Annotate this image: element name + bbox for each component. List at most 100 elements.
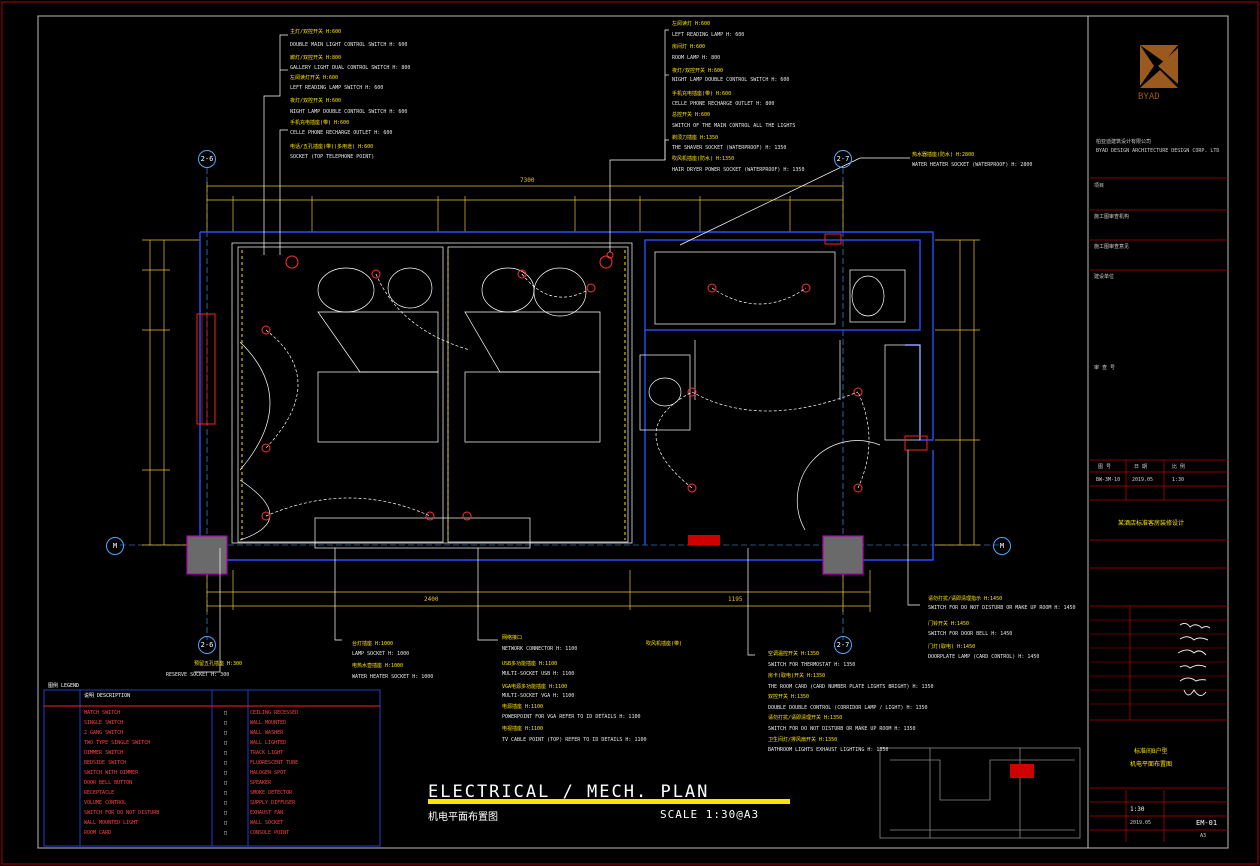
- legend-item: HALOGEN SPOT: [250, 770, 287, 776]
- callout-cn: 左阅读灯 H:600: [672, 21, 711, 27]
- legend-symbol-icon: □: [224, 800, 228, 806]
- callout-cn: 台灯插座 H:1000: [352, 641, 394, 647]
- legend-head-symbol: 图例 LEGEND: [48, 683, 80, 689]
- callout-cn: 手机充电插座(带) H:600: [672, 91, 732, 97]
- callout-en: SWITCH FOR THERMOSTAT H: 1350: [768, 662, 856, 668]
- callout-cn: VGA电源多功能插座 H:1100: [502, 684, 568, 690]
- tb-row-owner: 建设单位: [1094, 274, 1115, 280]
- legend-item: DOOR BELL BUTTON: [84, 780, 133, 786]
- legend-item: CEILING RECESSED: [250, 710, 299, 716]
- callout-en: ROOM LAMP H: 800: [672, 55, 721, 61]
- legend-item: SWITCH FOR DO NOT DISTURB: [84, 810, 160, 816]
- callout-cn: 夜灯/双控开关 H:600: [290, 98, 342, 104]
- callout-cn: 电热水壶插座 H:1000: [352, 663, 404, 669]
- callout-en: SOCKET (TOP TELEPHONE POINT): [290, 154, 375, 160]
- legend-symbol-icon: □: [224, 810, 228, 816]
- tb-date-header-0: 图 号: [1098, 464, 1112, 470]
- tb-date-header-1: 日 期: [1134, 464, 1148, 470]
- legend-item: SPEAKER: [250, 780, 272, 786]
- callout-cn: 总控开关 H:600: [672, 112, 711, 118]
- callout-cn: 请勿打扰/请即清理指示 H:1450: [928, 596, 1003, 602]
- legend-symbol-icon: □: [224, 820, 228, 826]
- tb-row-review-agency: 施工图审查机构: [1094, 214, 1130, 220]
- callout-en: NETWORK CONNECTOR H: 1100: [502, 646, 578, 652]
- callout-cn: 剃须刀插座 H:1350: [672, 135, 719, 141]
- legend-symbol-icon: □: [224, 830, 228, 836]
- callout-reserve-cn: 预留五孔插座 H:300: [194, 661, 243, 667]
- callout-en: LEFT READING LAMP SWITCH H: 600: [290, 85, 384, 91]
- callout-en: BATHROOM LIGHTS EXHAUST LIGHTING H: 1350: [768, 747, 889, 753]
- callout-bath-note: 吹风机插座(带): [646, 641, 683, 647]
- legend-item: DIMMER SWITCH: [84, 750, 124, 756]
- brand-name: BYAD: [1138, 92, 1160, 102]
- legend-item: CONSOLE POINT: [250, 830, 290, 836]
- callout-cn: 手机充电插座(带) H:600: [290, 120, 350, 126]
- dimension-top-total: 7300: [520, 177, 535, 184]
- callout-en: NIGHT LAMP DOUBLE CONTROL SWITCH H: 600: [290, 109, 408, 115]
- callout-en: DOORPLATE LAMP (CARD CONTROL) H: 1450: [928, 654, 1040, 660]
- callout-cn: 请勿打扰/请即清理开关 H:1350: [768, 715, 843, 721]
- callout-en: THE SHAVER SOCKET (WATERPROOF) H: 1350: [672, 145, 787, 151]
- drawing-title-cn: 机电平面布置图: [428, 812, 498, 823]
- callout-en: SWITCH FOR DO NOT DISTURB OR MAKE UP ROO…: [768, 726, 916, 732]
- callout-en: LEFT READING LAMP H: 600: [672, 32, 745, 38]
- tb-drawing-name-2: 机电平面布置图: [1130, 761, 1173, 768]
- callout-cn: 门铃开关 H:1450: [928, 621, 970, 627]
- callout-cn: 吹风机插座(防水) H:1350: [672, 156, 735, 162]
- legend-item: BEDSIDE SWITCH: [84, 760, 127, 766]
- callout-cn: 左阅读灯开关 H:600: [290, 75, 339, 81]
- callout-en: DOUBLE MAIN LIGHT CONTROL SWITCH H: 600: [290, 42, 408, 48]
- legend-item: 2 GANG SWITCH: [84, 730, 124, 736]
- callout-cn: 空调温控开关 H:1350: [768, 651, 820, 657]
- callout-cn: USB多功能插座 H:1100: [502, 661, 558, 667]
- tb-row-project: 项目: [1094, 183, 1105, 189]
- callout-en: POWERPOINT FOR VGA REFER TO ID DETAILS H…: [502, 714, 641, 720]
- callout-water-heater-cn: 热水器插座(防水) H:2800: [912, 152, 975, 158]
- callout-cn: 门灯(取电) H:1450: [928, 644, 976, 650]
- callout-water-heater-en: WATER HEATER SOCKET (WATERPROOF) H: 2800: [912, 162, 1033, 168]
- legend-symbol-icon: □: [224, 790, 228, 796]
- callout-en: SWITCH FOR DOOR BELL H: 1450: [928, 631, 1013, 637]
- callout-en: NIGHT LAMP DOUBLE CONTROL SWITCH H: 600: [672, 77, 790, 83]
- legend-item: TWO TYPE SINGLE SWITCH: [84, 740, 151, 746]
- callout-en: TV CABLE POINT (TOP) REFER TO ID DETAILS…: [502, 737, 647, 743]
- legend-item: WALL MOUNTED LIGHT: [84, 820, 139, 826]
- legend-item: WALL SOCKET: [250, 820, 284, 826]
- legend-item: RECEPTACLE: [84, 790, 115, 796]
- legend-symbol-icon: □: [224, 720, 228, 726]
- legend-symbol-icon: □: [224, 770, 228, 776]
- legend-item: SWITCH WITH DIMMER: [84, 770, 139, 776]
- legend-item: ROOM CARD: [84, 830, 112, 836]
- legend-item: VOLUME CONTROL: [84, 800, 127, 806]
- grid-bubble-right-m: M: [993, 537, 1011, 555]
- legend-item: WALL WASHER: [250, 730, 284, 736]
- title-block: BYAD 柏亚迪建筑设计有限公司 BYAD DESIGN ARCHITECTUR…: [1090, 0, 1226, 866]
- callout-reserve-en: RESERVE SOCKET H: 300: [166, 672, 230, 678]
- dimension-bottom-right: 1195: [728, 596, 743, 603]
- drawing-title-en: ELECTRICAL / MECH. PLAN: [428, 782, 710, 802]
- legend-item: SINGLE SWITCH: [84, 720, 124, 726]
- company-name: 柏亚迪建筑设计有限公司: [1096, 139, 1152, 145]
- callout-cn: 卫生间灯/排风扇开关 H:1350: [768, 737, 838, 743]
- legend-item: EXHAUST FAN: [250, 810, 284, 816]
- callout-en: GALLERY LIGHT DUAL CONTROL SWITCH H: 800: [290, 65, 411, 71]
- callout-en: LAMP SOCKET H: 1000: [352, 651, 410, 657]
- grid-bubble-top-left: 2-6: [198, 150, 216, 168]
- callout-en: DOUBLE DOUBLE CONTROL (CORRIDOR LAMP / L…: [768, 705, 928, 711]
- grid-bubble-bottom-right: 2-7: [834, 636, 852, 654]
- legend-item: WALL MOUNTED: [250, 720, 287, 726]
- legend-item: SUPPLY DIFFUSER: [250, 800, 296, 806]
- callout-cn: 电话/五孔插座(带)(多用途) H:600: [290, 144, 374, 150]
- legend-item: MATCH SWITCH: [84, 710, 121, 716]
- company-name-en: BYAD DESIGN ARCHITECTURE DESIGN CORP. LT…: [1096, 148, 1220, 154]
- callout-cn: 房卡(取电)开关 H:1350: [768, 673, 826, 679]
- legend-symbol-icon: □: [224, 780, 228, 786]
- callout-cn: 廊灯/双控开关 H:800: [290, 55, 342, 61]
- callout-en: MULTI-SOCKET USB H: 1100: [502, 671, 575, 677]
- legend-item: FLUORESCENT TUBE: [250, 760, 299, 766]
- tb-sheet-size: A3: [1200, 833, 1207, 839]
- grid-bubble-left-m: M: [106, 537, 124, 555]
- callout-cn: 电视插座 H:1100: [502, 726, 544, 732]
- legend-head-desc: 说明 DESCRIPTION: [84, 693, 131, 699]
- callout-en: HAIR DRYER POWER SOCKET (WATERPROOF) H: …: [672, 167, 805, 173]
